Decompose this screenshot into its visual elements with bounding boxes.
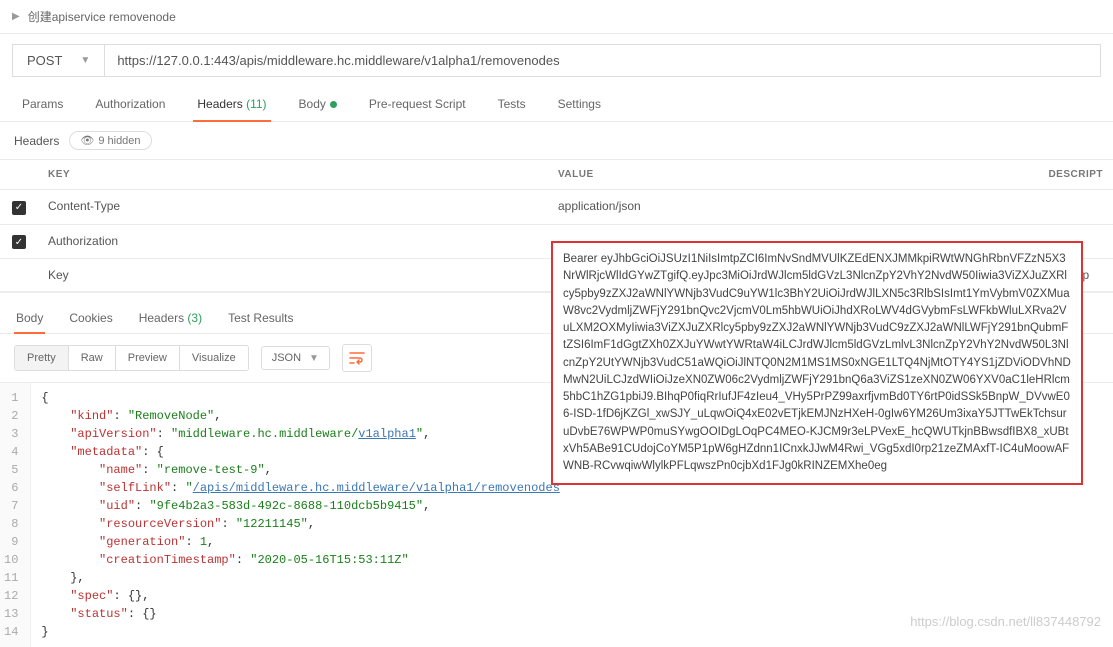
caret-right-icon[interactable]: ▶ (12, 11, 20, 22)
chevron-down-icon: ▼ (309, 353, 319, 364)
resp-tab-body[interactable]: Body (14, 303, 45, 333)
method-select[interactable]: POST ▼ (12, 44, 104, 77)
resp-tab-test-results[interactable]: Test Results (226, 303, 295, 333)
checkbox-icon[interactable]: ✓ (12, 235, 26, 249)
tab-params[interactable]: Params (18, 87, 67, 121)
hidden-toggle[interactable]: 👁 9 hidden (69, 131, 151, 150)
tab-settings[interactable]: Settings (554, 87, 605, 121)
chevron-down-icon: ▼ (80, 55, 90, 66)
code-content[interactable]: { "kind": "RemoveNode", "apiVersion": "m… (31, 383, 570, 647)
url-input[interactable]: https://127.0.0.1:443/apis/middleware.hc… (104, 44, 1101, 77)
tab-body[interactable]: Body (295, 87, 341, 121)
request-row: POST ▼ https://127.0.0.1:443/apis/middle… (0, 34, 1113, 87)
page-title: 创建apiservice removenode (28, 8, 176, 25)
tab-authorization[interactable]: Authorization (91, 87, 169, 121)
breadcrumb: ▶ 创建apiservice removenode (0, 0, 1113, 34)
resp-tab-cookies[interactable]: Cookies (67, 303, 114, 333)
col-key: KEY (38, 160, 548, 190)
col-desc: DESCRIPT (1038, 160, 1113, 190)
line-gutter: 1234567891011121314 (0, 383, 31, 647)
visualize-button[interactable]: Visualize (180, 346, 248, 370)
wrap-lines-button[interactable] (342, 344, 372, 372)
tab-tests[interactable]: Tests (494, 87, 530, 121)
format-select[interactable]: JSON ▼ (261, 346, 330, 370)
view-mode-group: Pretty Raw Preview Visualize (14, 345, 249, 371)
preview-button[interactable]: Preview (116, 346, 180, 370)
resp-tab-headers[interactable]: Headers (3) (137, 303, 204, 333)
table-row[interactable]: ✓ Content-Type application/json (0, 190, 1113, 225)
tab-prerequest[interactable]: Pre-request Script (365, 87, 470, 121)
auth-value-overlay[interactable]: Bearer eyJhbGciOiJSUzI1NiIsImtpZCI6ImNvS… (551, 241, 1083, 485)
watermark: https://blog.csdn.net/ll837448792 (910, 614, 1101, 629)
tab-headers[interactable]: Headers (11) (193, 87, 270, 121)
raw-button[interactable]: Raw (69, 346, 116, 370)
pretty-button[interactable]: Pretty (15, 346, 69, 370)
col-value: VALUE (548, 160, 1038, 190)
wrap-icon (349, 351, 365, 365)
eye-icon: 👁 (80, 134, 94, 147)
headers-title: Headers (14, 134, 59, 148)
headers-bar: Headers 👁 9 hidden (0, 122, 1113, 159)
request-tabs: Params Authorization Headers (11) Body P… (0, 87, 1113, 122)
checkbox-icon[interactable]: ✓ (12, 201, 26, 215)
dot-icon (330, 101, 337, 108)
